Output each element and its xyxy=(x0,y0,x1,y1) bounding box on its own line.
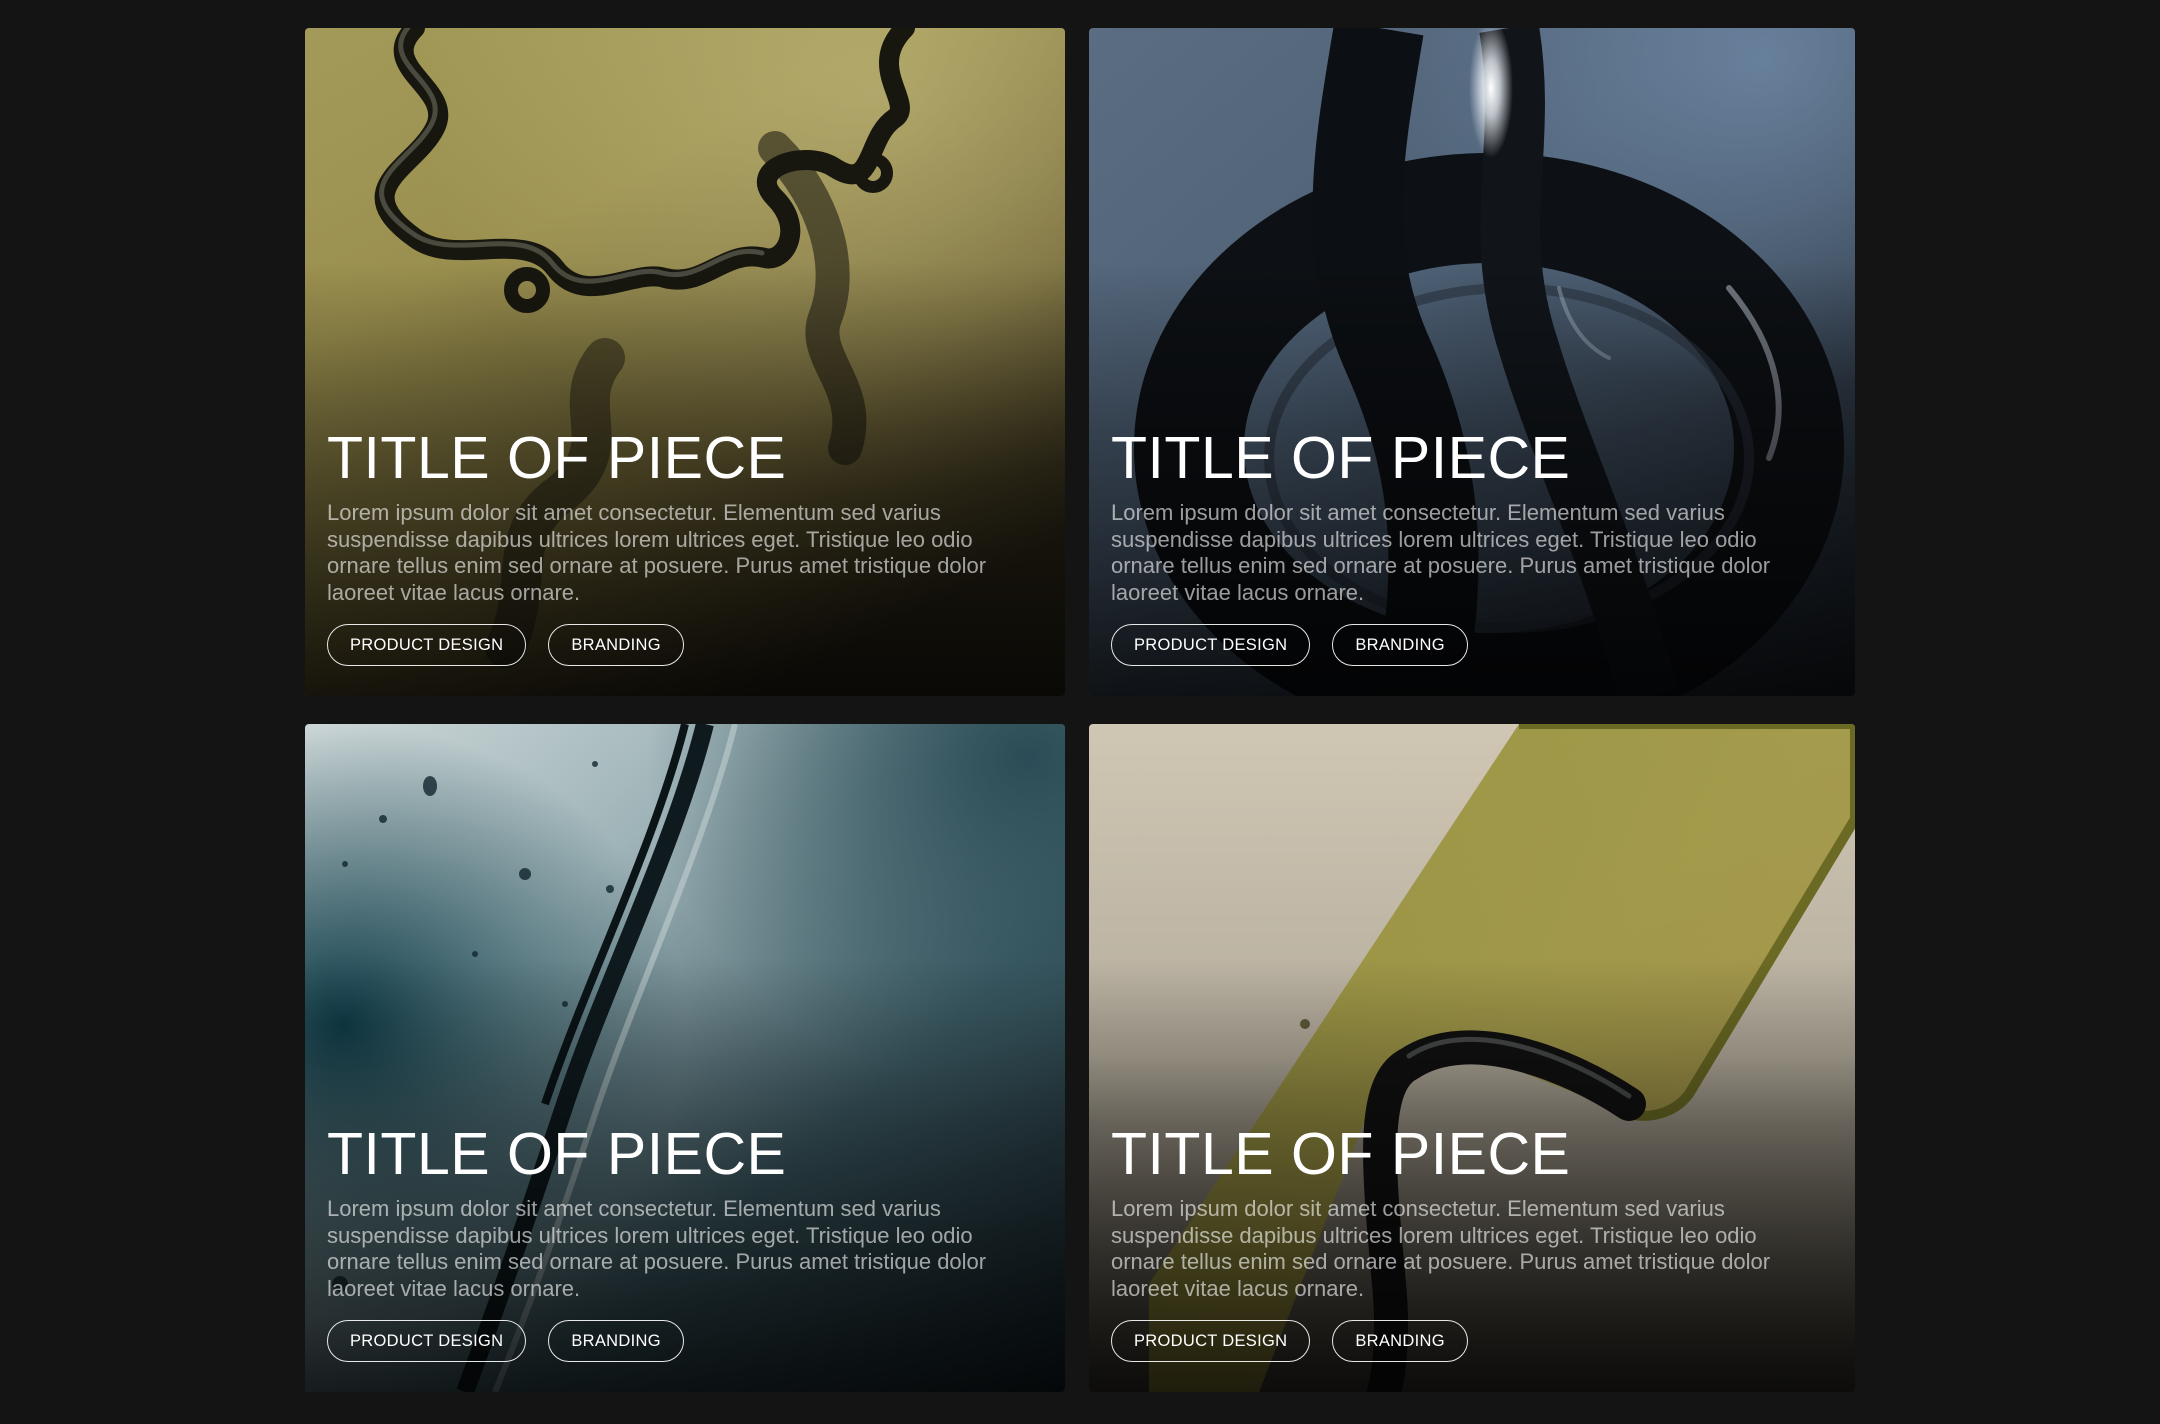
portfolio-card[interactable]: TITLE OF PIECE Lorem ipsum dolor sit ame… xyxy=(305,28,1065,696)
card-description: Lorem ipsum dolor sit amet consectetur. … xyxy=(327,500,987,605)
tag-product-design[interactable]: PRODUCT DESIGN xyxy=(1111,624,1311,666)
tag-branding[interactable]: BRANDING xyxy=(548,624,684,666)
tag-branding[interactable]: BRANDING xyxy=(548,1320,684,1362)
portfolio-grid: TITLE OF PIECE Lorem ipsum dolor sit ame… xyxy=(0,0,2160,1424)
tag-branding[interactable]: BRANDING xyxy=(1332,1320,1468,1362)
card-title: TITLE OF PIECE xyxy=(327,425,787,491)
tag-product-design[interactable]: PRODUCT DESIGN xyxy=(1111,1320,1311,1362)
card-description: Lorem ipsum dolor sit amet consectetur. … xyxy=(1111,500,1771,605)
tag-list: PRODUCT DESIGN BRANDING xyxy=(327,1320,1025,1362)
card-title: TITLE OF PIECE xyxy=(1111,425,1571,491)
tag-list: PRODUCT DESIGN BRANDING xyxy=(1111,624,1815,666)
card-content: TITLE OF PIECE Lorem ipsum dolor sit ame… xyxy=(327,1125,1025,1362)
card-description: Lorem ipsum dolor sit amet consectetur. … xyxy=(327,1196,987,1301)
card-title: TITLE OF PIECE xyxy=(1111,1121,1571,1187)
card-title: TITLE OF PIECE xyxy=(327,1121,787,1187)
card-content: TITLE OF PIECE Lorem ipsum dolor sit ame… xyxy=(1111,1125,1815,1362)
tag-list: PRODUCT DESIGN BRANDING xyxy=(1111,1320,1815,1362)
card-content: TITLE OF PIECE Lorem ipsum dolor sit ame… xyxy=(327,429,1025,666)
tag-product-design[interactable]: PRODUCT DESIGN xyxy=(327,624,527,666)
tag-list: PRODUCT DESIGN BRANDING xyxy=(327,624,1025,666)
portfolio-card[interactable]: TITLE OF PIECE Lorem ipsum dolor sit ame… xyxy=(1089,28,1855,696)
portfolio-card[interactable]: TITLE OF PIECE Lorem ipsum dolor sit ame… xyxy=(1089,724,1855,1392)
tag-branding[interactable]: BRANDING xyxy=(1332,624,1468,666)
card-description: Lorem ipsum dolor sit amet consectetur. … xyxy=(1111,1196,1771,1301)
tag-product-design[interactable]: PRODUCT DESIGN xyxy=(327,1320,527,1362)
portfolio-card[interactable]: TITLE OF PIECE Lorem ipsum dolor sit ame… xyxy=(305,724,1065,1392)
card-content: TITLE OF PIECE Lorem ipsum dolor sit ame… xyxy=(1111,429,1815,666)
